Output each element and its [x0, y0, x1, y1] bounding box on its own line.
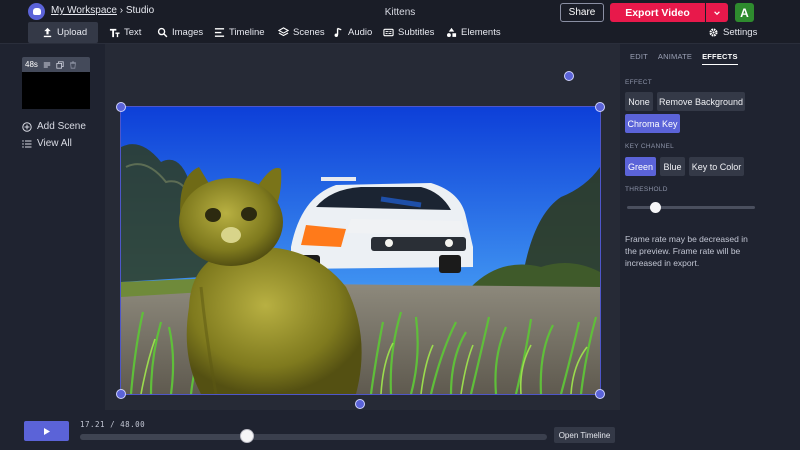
scene-toolbar: 48s: [22, 57, 90, 72]
panel-tabs: EDIT ANIMATE EFFECTS: [630, 52, 738, 65]
share-button[interactable]: Share: [560, 3, 604, 22]
music-note-icon: [334, 27, 342, 37]
toolbar: Upload Text Images Timeline Scenes Audio…: [0, 22, 800, 44]
top-bar: My Workspace › Studio Kittens Share Expo…: [0, 0, 800, 22]
scenes-tool-button[interactable]: Scenes: [278, 22, 325, 43]
audio-tool-label: Audio: [348, 27, 373, 38]
resize-handle-bottom-left[interactable]: [116, 389, 126, 399]
key-channel-blue-button[interactable]: Blue: [660, 157, 685, 176]
subtitles-tool-label: Subtitles: [398, 27, 435, 38]
effect-remove-background-button[interactable]: Remove Background: [657, 92, 745, 111]
scrubber-handle[interactable]: [240, 429, 255, 443]
text-tool-button[interactable]: Text: [109, 22, 141, 43]
key-channel-section-label: KEY CHANNEL: [625, 143, 675, 150]
effect-none-button[interactable]: None: [625, 92, 653, 111]
resize-handle-bottom-right[interactable]: [595, 389, 605, 399]
time-readout: 17.21 / 48.00: [80, 420, 145, 429]
threshold-slider-handle[interactable]: [649, 202, 661, 213]
breadcrumb-separator: ›: [119, 5, 124, 16]
elements-tool-button[interactable]: Elements: [446, 22, 501, 43]
open-timeline-button[interactable]: Open Timeline: [554, 427, 615, 443]
timeline-icon: [214, 28, 225, 37]
scrubber-track[interactable]: [80, 434, 547, 440]
tab-animate[interactable]: ANIMATE: [658, 52, 692, 65]
add-scene-label: Add Scene: [37, 121, 86, 132]
images-tool-label: Images: [172, 27, 204, 38]
view-all-label: View All: [37, 138, 72, 149]
frame-rate-note: Frame rate may be decreased in the previ…: [625, 234, 748, 268]
export-video-button[interactable]: Export Video: [610, 3, 705, 22]
settings-button[interactable]: Settings: [708, 22, 757, 43]
settings-label: Settings: [723, 27, 758, 38]
timeline-tool-button[interactable]: Timeline: [214, 22, 265, 43]
effect-chroma-key-button[interactable]: Chroma Key: [625, 114, 680, 133]
subtitles-icon: [383, 28, 394, 37]
tab-edit[interactable]: EDIT: [630, 52, 648, 65]
text-tool-label: Text: [124, 27, 142, 38]
app-logo-icon[interactable]: [28, 3, 45, 20]
export-options-button[interactable]: [706, 3, 728, 22]
list-icon: [22, 139, 32, 148]
reorder-icon[interactable]: [43, 61, 51, 69]
properties-panel: EDIT ANIMATE EFFECTS EFFECT None Remove …: [620, 44, 800, 410]
upload-button[interactable]: Upload: [28, 22, 98, 43]
resize-handle-top-right[interactable]: [595, 102, 605, 112]
text-icon: [109, 28, 120, 38]
scenes-panel: 48s Add Scene View All: [0, 44, 105, 410]
trash-icon[interactable]: [69, 60, 77, 69]
breadcrumb-current: Studio: [125, 5, 155, 16]
total-time: 48.00: [120, 420, 146, 429]
current-time: 17.21: [80, 420, 106, 429]
upload-icon: [43, 27, 52, 38]
subtitles-tool-button[interactable]: Subtitles: [383, 22, 434, 43]
add-scene-button[interactable]: Add Scene: [22, 121, 86, 132]
timeline-tool-label: Timeline: [229, 27, 265, 38]
view-all-button[interactable]: View All: [22, 138, 72, 149]
chevron-down-icon: [714, 10, 720, 15]
user-avatar[interactable]: A: [735, 3, 754, 22]
key-to-color-button[interactable]: Key to Color: [689, 157, 744, 176]
threshold-section-label: THRESHOLD: [625, 186, 668, 193]
scenes-tool-label: Scenes: [293, 27, 325, 38]
breadcrumb-workspace-link[interactable]: My Workspace: [51, 5, 117, 16]
search-icon: [157, 27, 168, 38]
play-icon: [43, 427, 50, 435]
duplicate-icon[interactable]: [56, 60, 64, 69]
images-tool-button[interactable]: Images: [157, 22, 203, 43]
upload-label: Upload: [57, 27, 88, 38]
rotate-handle[interactable]: [355, 399, 365, 409]
shapes-icon: [447, 27, 457, 37]
scene-thumbnail[interactable]: [22, 72, 90, 109]
effect-section-label: EFFECT: [625, 79, 653, 86]
elements-tool-label: Elements: [461, 27, 501, 38]
key-channel-green-button[interactable]: Green: [625, 157, 656, 176]
threshold-slider-track[interactable]: [627, 206, 755, 209]
resize-handle-top-left[interactable]: [116, 102, 126, 112]
tab-effects[interactable]: EFFECTS: [702, 52, 738, 65]
scrubber-progress: [80, 434, 248, 440]
video-frame-image: [121, 107, 600, 394]
layers-icon: [278, 27, 289, 37]
playback-bar: 17.21 / 48.00 Open Timeline: [0, 410, 620, 450]
video-preview[interactable]: [120, 106, 601, 395]
play-button[interactable]: [24, 421, 69, 441]
gear-icon: [709, 28, 718, 37]
audio-tool-button[interactable]: Audio: [333, 22, 372, 43]
move-handle[interactable]: [564, 71, 574, 81]
scene-duration[interactable]: 48s: [25, 60, 38, 69]
time-separator: /: [110, 420, 116, 429]
plus-circle-icon: [22, 121, 32, 132]
breadcrumb: My Workspace › Studio: [51, 5, 154, 16]
